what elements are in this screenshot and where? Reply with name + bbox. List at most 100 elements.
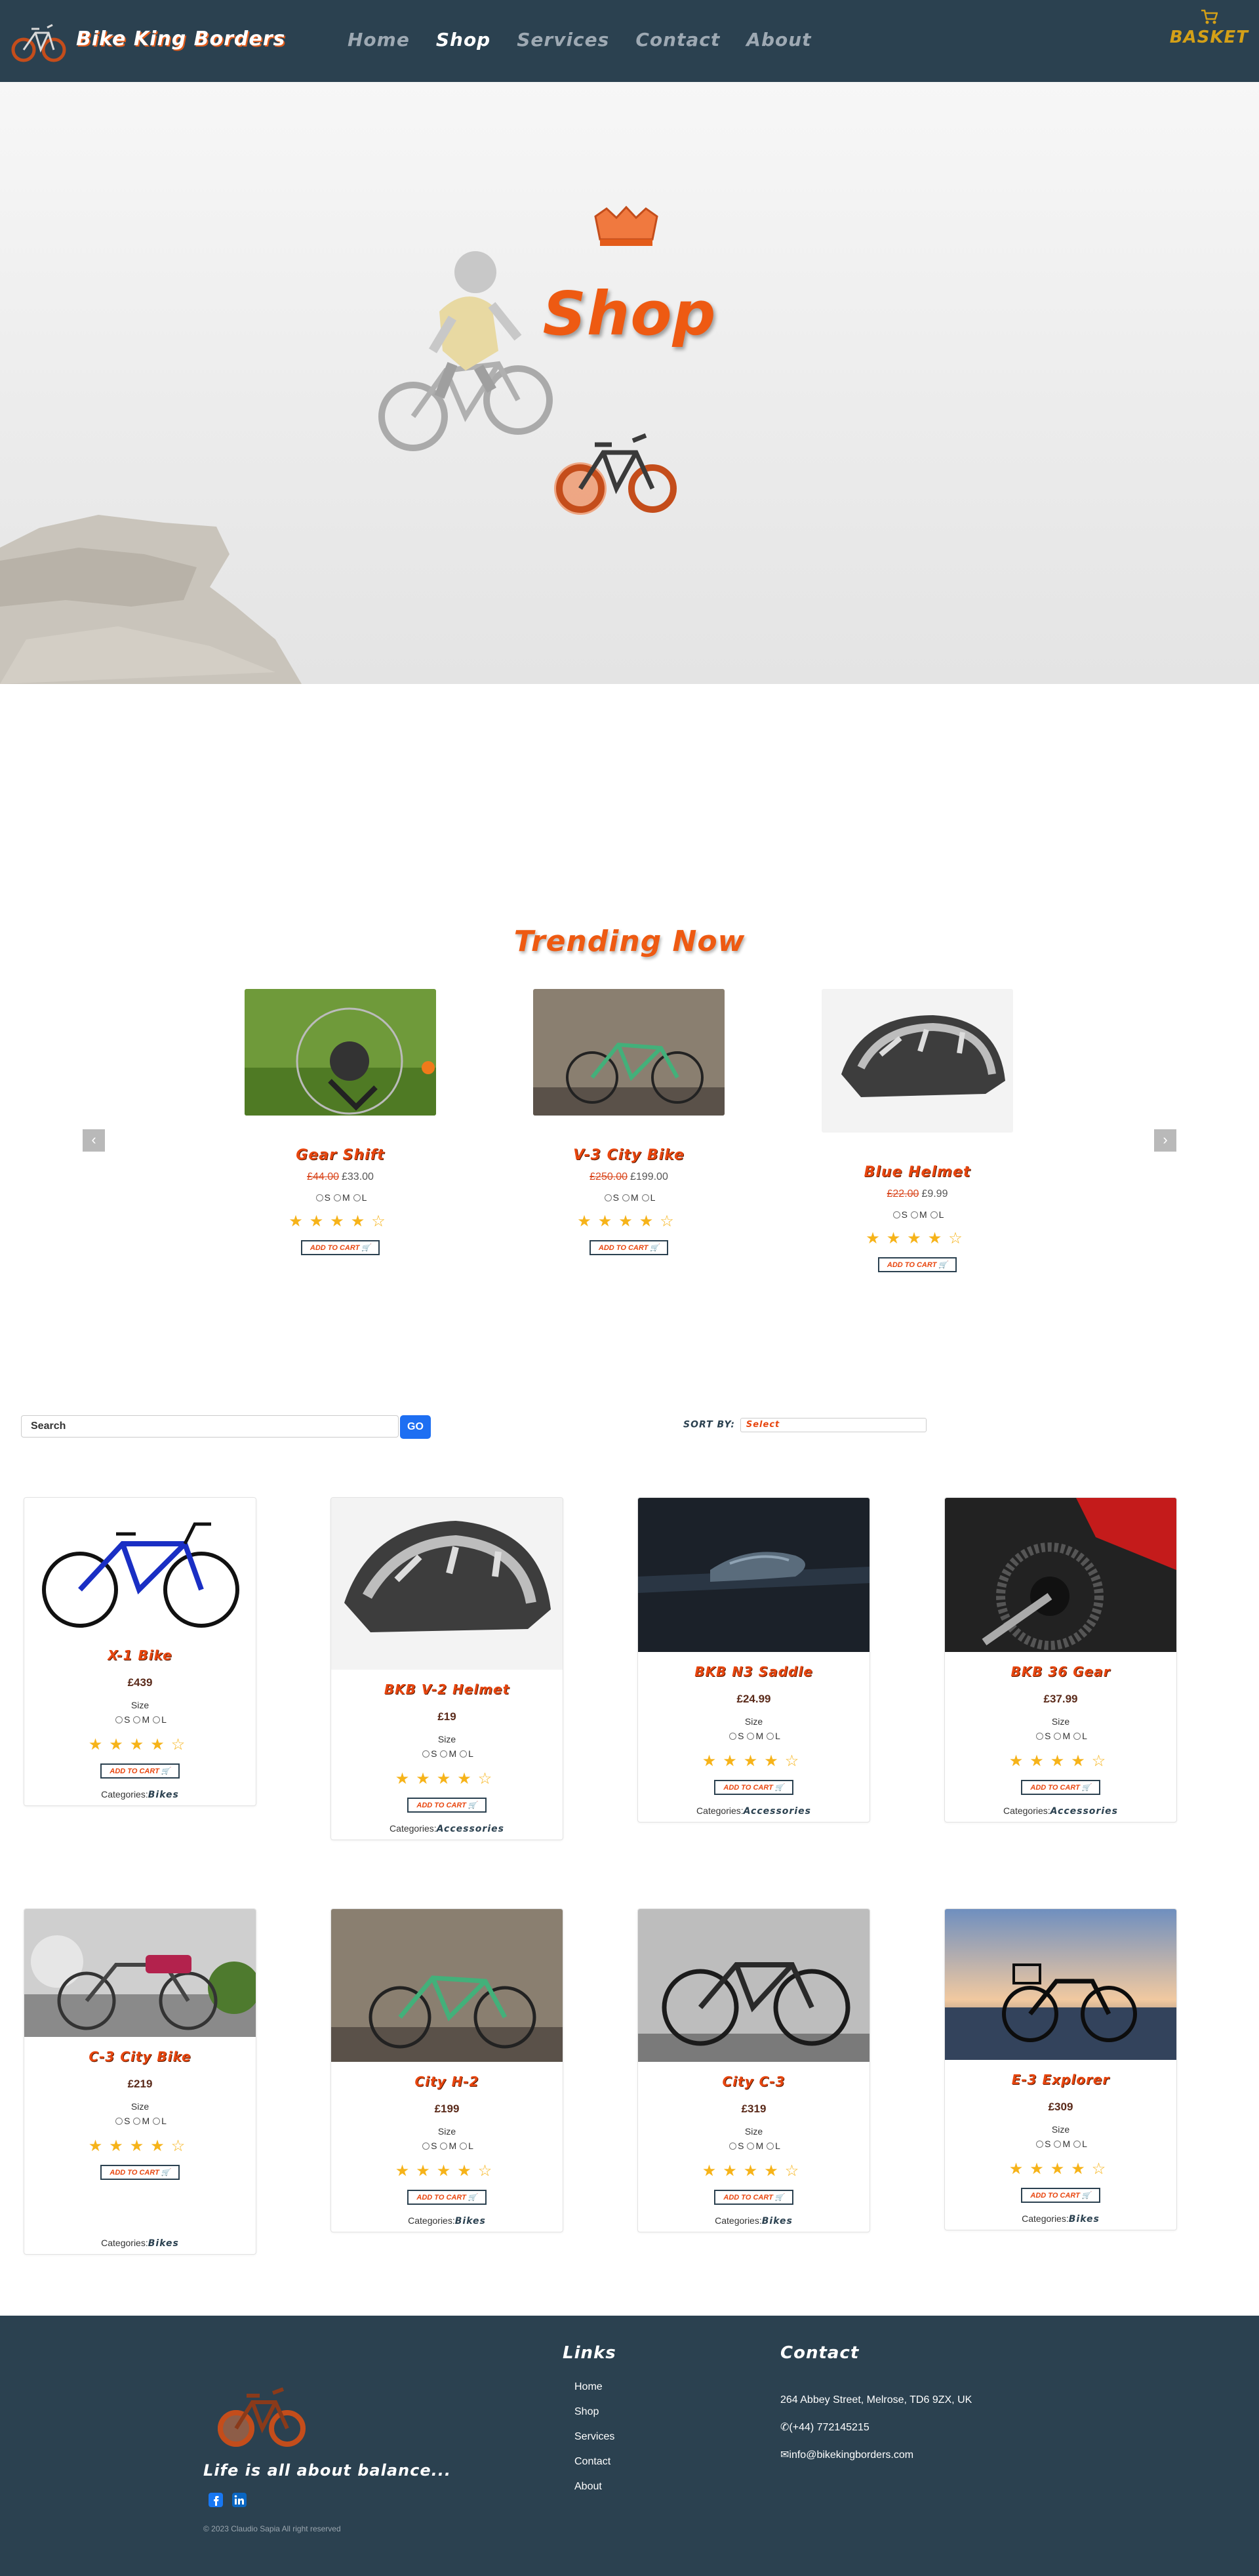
product-categories: Categories:Accessories	[390, 1823, 504, 1834]
carousel-next-button[interactable]: ›	[1154, 1129, 1176, 1152]
product-image[interactable]	[822, 989, 1013, 1133]
size-label: Size	[130, 1700, 150, 1710]
product-image[interactable]	[945, 1498, 1176, 1652]
product-name[interactable]: City C-3	[638, 2074, 869, 2089]
size-options[interactable]: SML	[945, 1731, 1176, 1741]
nav-home-link[interactable]: Home	[348, 29, 410, 50]
product-name[interactable]: V-3 City Bike	[533, 1147, 725, 1163]
size-options[interactable]: SML	[945, 2139, 1176, 2149]
product-card: X-1 Bike £439 Size SML ★★★★☆ ADD TO CART…	[24, 1497, 256, 1806]
brand-name[interactable]: Bike King Borders	[76, 28, 285, 50]
cliff-rock-image	[0, 515, 302, 684]
nav-shop-link[interactable]: Shop	[436, 29, 490, 50]
add-to-cart-button[interactable]: ADD TO CART 🛒	[407, 2190, 487, 2205]
footer-link-contact[interactable]: Contact	[574, 2456, 614, 2468]
add-to-cart-button[interactable]: ADD TO CART 🛒	[714, 1780, 793, 1795]
trending-card: V-3 City Bike £250.00 £199.00 SML ★★★★☆ A…	[533, 989, 725, 1255]
product-price: £250.00 £199.00	[590, 1171, 668, 1182]
product-image[interactable]	[24, 1498, 256, 1636]
add-to-cart-button[interactable]: ADD TO CART 🛒	[407, 1798, 487, 1813]
size-options[interactable]: SML	[638, 1731, 869, 1741]
chevron-left-icon: ‹	[91, 1131, 96, 1148]
cart-icon	[1201, 9, 1218, 24]
sort-select[interactable]: Select	[740, 1418, 927, 1432]
product-categories: Categories:Bikes	[715, 2215, 793, 2226]
contact-email[interactable]: ✉info@bikekingborders.com	[780, 2448, 972, 2461]
product-image[interactable]	[245, 989, 436, 1116]
bike-logo-icon	[554, 433, 677, 515]
bike-logo-icon[interactable]	[203, 2368, 315, 2453]
product-name[interactable]: C-3 City Bike	[24, 2049, 256, 2064]
add-to-cart-button[interactable]: ADD TO CART 🛒	[300, 1240, 380, 1255]
nav-about-link[interactable]: About	[746, 29, 811, 50]
product-image[interactable]	[331, 1498, 563, 1670]
nav-contact-link[interactable]: Contact	[635, 29, 720, 50]
product-image[interactable]	[24, 1909, 256, 2037]
add-to-cart-button[interactable]: ADD TO CART 🛒	[100, 1763, 180, 1779]
facebook-icon[interactable]	[209, 2493, 223, 2507]
size-options[interactable]: SML	[533, 1192, 725, 1203]
size-label: Size	[1051, 2124, 1070, 2135]
size-label: Size	[437, 2126, 456, 2137]
product-image[interactable]	[638, 1498, 869, 1652]
product-image[interactable]	[533, 989, 725, 1116]
nav-services-link[interactable]: Services	[517, 29, 609, 50]
search-input[interactable]: Search	[21, 1415, 399, 1438]
footer-link-about[interactable]: About	[574, 2481, 614, 2493]
crown-icon	[594, 205, 658, 246]
size-options[interactable]: SML	[822, 1209, 1013, 1220]
size-options[interactable]: SML	[24, 1714, 256, 1725]
footer-link-shop[interactable]: Shop	[574, 2406, 614, 2418]
linkedin-icon[interactable]	[232, 2493, 247, 2507]
add-to-cart-button[interactable]: ADD TO CART 🛒	[1021, 1780, 1100, 1795]
product-price: £37.99	[1043, 1693, 1078, 1705]
product-name[interactable]: BKB V-2 Helmet	[331, 1681, 563, 1697]
bike-logo-icon[interactable]	[10, 18, 67, 63]
copyright-text: © 2023 Claudio Sapia All right reserved	[203, 2524, 341, 2533]
footer-link-home[interactable]: Home	[574, 2381, 614, 2393]
product-name[interactable]: BKB N3 Saddle	[638, 1664, 869, 1680]
basket-button[interactable]: BASKET	[1170, 9, 1249, 47]
product-categories: Categories:Accessories	[1003, 1805, 1118, 1817]
trending-card: Gear Shift £44.00 £33.00 SML ★★★★☆ ADD TO…	[245, 989, 436, 1255]
footer-link-services[interactable]: Services	[574, 2431, 614, 2443]
product-card: E-3 Explorer £309 Size SML ★★★★☆ ADD TO …	[944, 1908, 1177, 2230]
size-options[interactable]: SML	[331, 1748, 563, 1759]
size-options[interactable]: SML	[638, 2141, 869, 2151]
add-to-cart-button[interactable]: ADD TO CART 🛒	[714, 2190, 793, 2205]
product-name[interactable]: Blue Helmet	[822, 1164, 1013, 1180]
search-go-button[interactable]: GO	[400, 1415, 431, 1439]
add-to-cart-button[interactable]: ADD TO CART 🛒	[1021, 2188, 1100, 2203]
add-to-cart-button[interactable]: ADD TO CART 🛒	[589, 1240, 669, 1255]
product-card: BKB 36 Gear £37.99 Size SML ★★★★☆ ADD TO…	[944, 1497, 1177, 1822]
add-to-cart-button[interactable]: ADD TO CART 🛒	[100, 2165, 180, 2180]
product-name[interactable]: BKB 36 Gear	[945, 1664, 1176, 1680]
product-categories: Categories:Bikes	[101, 1789, 179, 1800]
size-options[interactable]: SML	[24, 2116, 256, 2126]
product-name[interactable]: X-1 Bike	[24, 1647, 256, 1663]
product-image[interactable]	[638, 1909, 869, 2062]
main-nav: Home Shop Services Contact About	[348, 29, 812, 50]
hero-title: Shop	[542, 279, 717, 349]
footer-links: Home Shop Services Contact About	[574, 2381, 614, 2506]
chevron-right-icon: ›	[1163, 1131, 1168, 1148]
product-image[interactable]	[331, 1909, 563, 2062]
product-name[interactable]: E-3 Explorer	[945, 2072, 1176, 2087]
size-label: Size	[744, 1716, 763, 1727]
star-rating: ★★★★☆	[577, 1213, 681, 1230]
product-price: £24.99	[736, 1693, 771, 1705]
size-options[interactable]: SML	[331, 2141, 563, 2151]
size-label: Size	[437, 1734, 456, 1744]
product-name[interactable]: City H-2	[331, 2074, 563, 2089]
carousel-prev-button[interactable]: ‹	[83, 1129, 105, 1152]
product-image[interactable]	[945, 1909, 1176, 2060]
product-name[interactable]: Gear Shift	[245, 1147, 436, 1163]
envelope-icon: ✉	[780, 2449, 789, 2461]
star-rating: ★★★★☆	[395, 2162, 499, 2180]
product-categories: Categories:Bikes	[101, 2238, 179, 2249]
add-to-cart-button[interactable]: ADD TO CART 🛒	[877, 1257, 957, 1272]
product-card: City H-2 £199 Size SML ★★★★☆ ADD TO CART…	[330, 1908, 563, 2232]
star-rating: ★★★★☆	[702, 1752, 806, 1770]
contact-phone[interactable]: ✆(+44) 772145215	[780, 2421, 972, 2434]
size-options[interactable]: SML	[245, 1192, 436, 1203]
